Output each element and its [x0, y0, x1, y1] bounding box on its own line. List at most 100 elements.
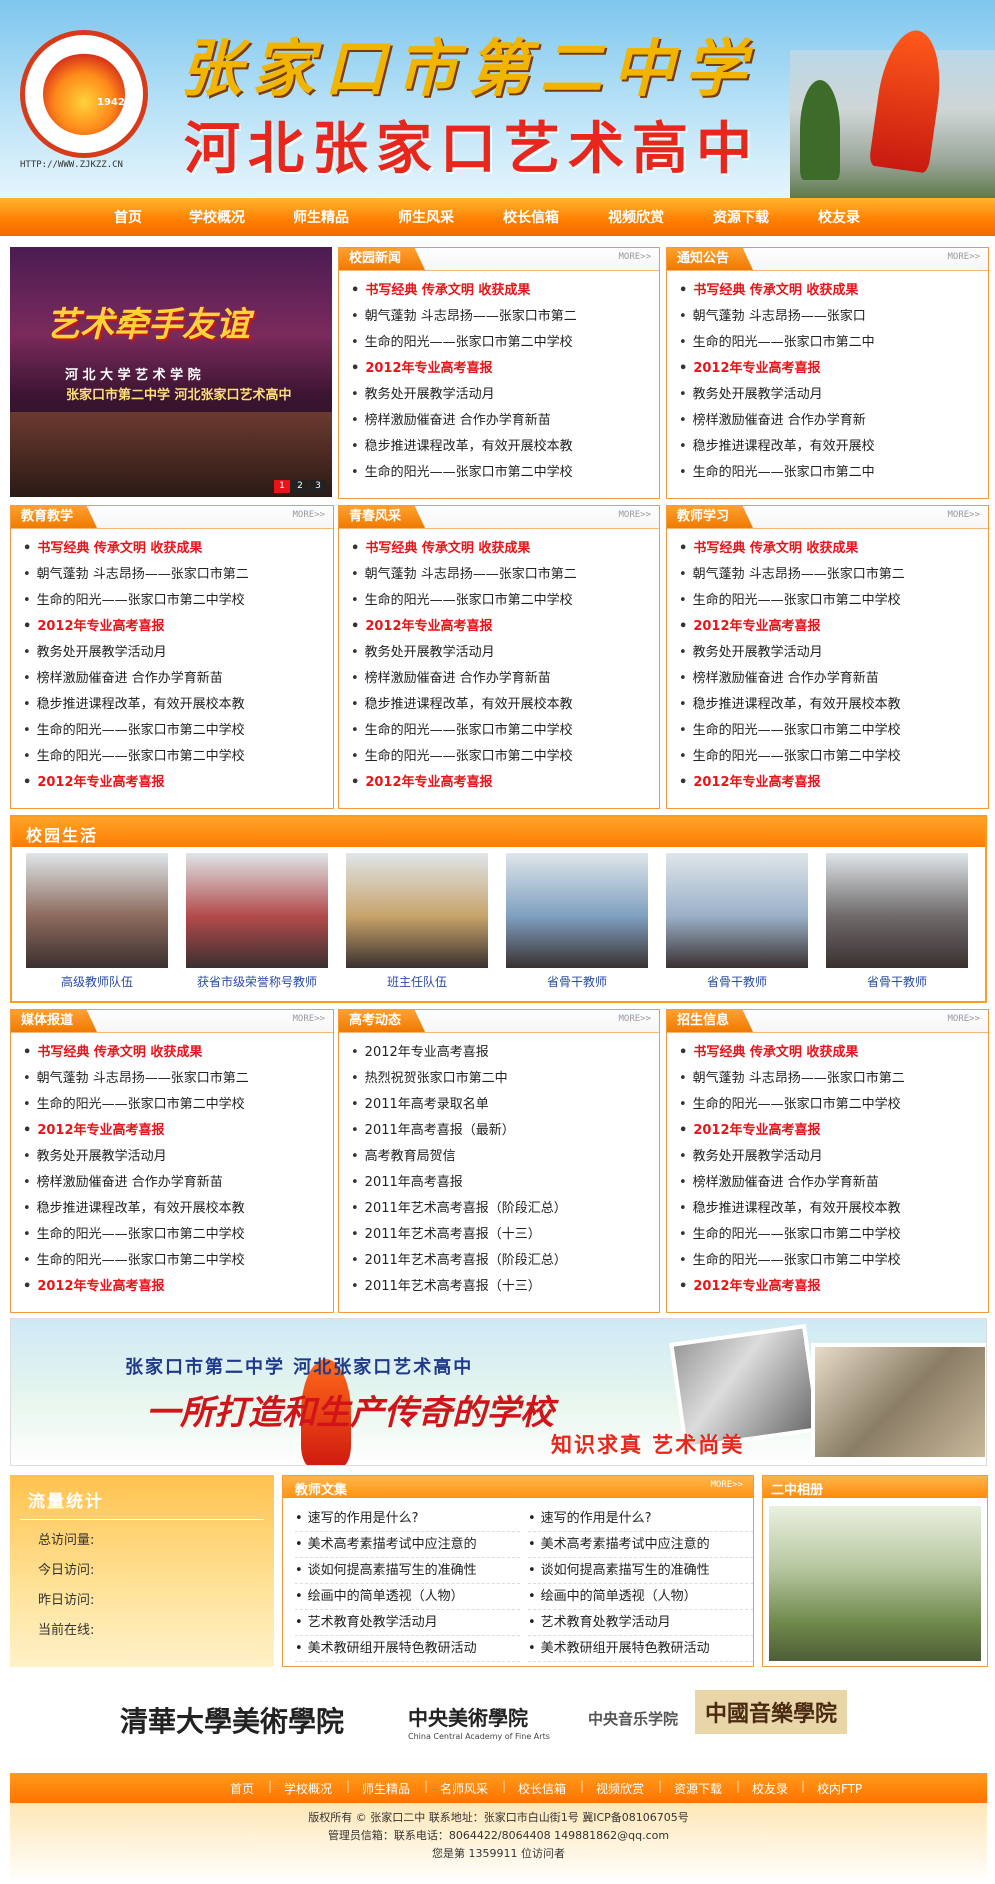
news-item[interactable]: 生命的阳光——张家口市第二中学校 — [679, 588, 982, 614]
slide-page-3[interactable]: 3 — [310, 480, 326, 493]
news-item[interactable]: 生命的阳光——张家口市第二中学校 — [23, 1248, 327, 1274]
essay-item[interactable]: 美术高考素描考试中应注意的 — [295, 1532, 520, 1558]
news-item[interactable]: 书写经典 传承文明 收获成果 — [351, 536, 653, 562]
gallery-photo[interactable] — [666, 853, 808, 968]
news-item[interactable]: 教务处开展教学活动月 — [23, 640, 327, 666]
news-item[interactable]: 2012年专业高考喜报 — [23, 1118, 327, 1144]
nav-alumni[interactable]: 校友录 — [818, 207, 860, 227]
photo-caption[interactable]: 省骨干教师 — [666, 973, 808, 990]
essay-item[interactable]: 艺术教育处教学活动月 — [295, 1610, 520, 1636]
gallery-photo[interactable] — [826, 853, 968, 968]
gallery-photo[interactable] — [506, 853, 648, 968]
news-item[interactable]: 生命的阳光——张家口市第二中学校 — [679, 718, 982, 744]
news-item[interactable]: 教务处开展教学活动月 — [679, 1144, 982, 1170]
photo-caption[interactable]: 省骨干教师 — [506, 973, 648, 990]
logo-tsinghua[interactable]: 清華大學美術學院 — [120, 1700, 344, 1740]
news-item[interactable]: 书写经典 传承文明 收获成果 — [679, 278, 982, 304]
more-link[interactable]: MORE>> — [947, 510, 980, 520]
essay-item[interactable]: 谈如何提高素描写生的准确性 — [295, 1558, 520, 1584]
news-item[interactable]: 教务处开展教学活动月 — [351, 640, 653, 666]
logo-cafa[interactable]: 中央美術學院 — [408, 1702, 528, 1731]
more-link[interactable]: MORE>> — [618, 252, 651, 262]
more-link[interactable]: MORE>> — [618, 510, 651, 520]
news-item[interactable]: 稳步推进课程改革，有效开展校本教 — [23, 1196, 327, 1222]
news-item[interactable]: 生命的阳光——张家口市第二中学校 — [679, 1248, 982, 1274]
essay-item[interactable]: 艺术教育处教学活动月 — [528, 1610, 753, 1636]
news-item[interactable]: 稳步推进课程改革，有效开展校本教 — [679, 1196, 982, 1222]
news-item[interactable]: 书写经典 传承文明 收获成果 — [351, 278, 653, 304]
essay-item[interactable]: 美术教研组开展特色教研活动 — [528, 1636, 753, 1662]
nav-works[interactable]: 师生精品 — [293, 207, 349, 227]
essay-item[interactable]: 美术教研组开展特色教研活动 — [295, 1636, 520, 1662]
news-item[interactable]: 生命的阳光——张家口市第二中学校 — [351, 588, 653, 614]
news-item[interactable]: 朝气蓬勃 斗志昂扬——张家口市第二 — [351, 562, 653, 588]
news-item[interactable]: 生命的阳光——张家口市第二中学校 — [23, 718, 327, 744]
more-link[interactable]: MORE>> — [947, 1014, 980, 1024]
news-item[interactable]: 生命的阳光——张家口市第二中学校 — [351, 718, 653, 744]
news-item[interactable]: 榜样激励催奋进 合作办学育新 — [679, 408, 982, 434]
news-item[interactable]: 2012年专业高考喜报 — [351, 614, 653, 640]
news-item[interactable]: 2011年高考喜报 — [351, 1170, 653, 1196]
news-item[interactable]: 朝气蓬勃 斗志昂扬——张家口市第二 — [23, 562, 327, 588]
slide-page-1[interactable]: 1 — [274, 480, 290, 493]
news-item[interactable]: 生命的阳光——张家口市第二中学校 — [23, 588, 327, 614]
news-item[interactable]: 2012年专业高考喜报 — [679, 356, 982, 382]
nav-download[interactable]: 资源下载 — [713, 207, 769, 227]
news-item[interactable]: 生命的阳光——张家口市第二中学校 — [351, 744, 653, 770]
logo-ccom[interactable]: 中央音乐学院 — [588, 1708, 678, 1729]
news-item[interactable]: 2012年专业高考喜报 — [23, 770, 327, 796]
more-link[interactable]: MORE>> — [618, 1014, 651, 1024]
album-photo[interactable] — [769, 1506, 981, 1661]
news-item[interactable]: 朝气蓬勃 斗志昂扬——张家口 — [679, 304, 982, 330]
news-item[interactable]: 榜样激励催奋进 合作办学育新苗 — [23, 1170, 327, 1196]
footer-nav-teachers[interactable]: 名师风采 — [440, 1780, 488, 1797]
news-item[interactable]: 生命的阳光——张家口市第二中学校 — [351, 460, 653, 486]
footer-nav-ftp[interactable]: 校内FTP — [817, 1780, 862, 1797]
nav-about[interactable]: 学校概况 — [189, 207, 245, 227]
gallery-photo[interactable] — [186, 853, 328, 968]
news-item[interactable]: 生命的阳光——张家口市第二中学校 — [679, 744, 982, 770]
photo-caption[interactable]: 高级教师队伍 — [26, 973, 168, 990]
news-slideshow[interactable]: 艺术牵手友谊 河 北 大 学 艺 术 学 院 张家口市第二中学 河北张家口艺术高… — [10, 247, 332, 497]
news-item[interactable]: 榜样激励催奋进 合作办学育新苗 — [23, 666, 327, 692]
news-item[interactable]: 书写经典 传承文明 收获成果 — [679, 536, 982, 562]
news-item[interactable]: 生命的阳光——张家口市第二中学校 — [23, 744, 327, 770]
more-link[interactable]: MORE>> — [947, 252, 980, 262]
news-item[interactable]: 2012年专业高考喜报 — [679, 1274, 982, 1300]
news-item[interactable]: 生命的阳光——张家口市第二中学校 — [679, 1092, 982, 1118]
photo-caption[interactable]: 班主任队伍 — [346, 973, 488, 990]
essay-item[interactable]: 绘画中的简单透视（人物） — [528, 1584, 753, 1610]
footer-nav-home[interactable]: 首页 — [230, 1780, 254, 1797]
news-item[interactable]: 教务处开展教学活动月 — [351, 382, 653, 408]
photo-caption[interactable]: 获省市级荣誉称号教师 — [186, 973, 328, 990]
news-item[interactable]: 榜样激励催奋进 合作办学育新苗 — [351, 666, 653, 692]
footer-nav-alumni[interactable]: 校友录 — [752, 1780, 788, 1797]
news-item[interactable]: 稳步推进课程改革，有效开展校本教 — [679, 692, 982, 718]
news-item[interactable]: 榜样激励催奋进 合作办学育新苗 — [351, 408, 653, 434]
news-item[interactable]: 生命的阳光——张家口市第二中学校 — [351, 330, 653, 356]
news-item[interactable]: 2012年专业高考喜报 — [679, 1118, 982, 1144]
news-item[interactable]: 书写经典 传承文明 收获成果 — [679, 1040, 982, 1066]
news-item[interactable]: 朝气蓬勃 斗志昂扬——张家口市第二 — [679, 562, 982, 588]
news-item[interactable]: 2012年专业高考喜报 — [23, 1274, 327, 1300]
news-item[interactable]: 2012年专业高考喜报 — [351, 770, 653, 796]
news-item[interactable]: 2012年专业高考喜报 — [679, 614, 982, 640]
footer-nav-download[interactable]: 资源下载 — [674, 1780, 722, 1797]
more-link[interactable]: MORE>> — [710, 1480, 743, 1490]
news-item[interactable]: 榜样激励催奋进 合作办学育新苗 — [679, 1170, 982, 1196]
more-link[interactable]: MORE>> — [292, 510, 325, 520]
nav-video[interactable]: 视频欣赏 — [608, 207, 664, 227]
news-item[interactable]: 2012年专业高考喜报 — [23, 614, 327, 640]
news-item[interactable]: 教务处开展教学活动月 — [679, 382, 982, 408]
news-item[interactable]: 稳步推进课程改革，有效开展校本教 — [351, 692, 653, 718]
news-item[interactable]: 2012年专业高考喜报 — [679, 770, 982, 796]
more-link[interactable]: MORE>> — [292, 1014, 325, 1024]
footer-nav-mailbox[interactable]: 校长信箱 — [518, 1780, 566, 1797]
photo-caption[interactable]: 省骨干教师 — [826, 973, 968, 990]
news-item[interactable]: 2011年高考喜报（最新） — [351, 1118, 653, 1144]
news-item[interactable]: 生命的阳光——张家口市第二中学校 — [23, 1222, 327, 1248]
essay-item[interactable]: 谈如何提高素描写生的准确性 — [528, 1558, 753, 1584]
news-item[interactable]: 生命的阳光——张家口市第二中 — [679, 330, 982, 356]
gallery-photo[interactable] — [26, 853, 168, 968]
news-item[interactable]: 高考教育局贺信 — [351, 1144, 653, 1170]
